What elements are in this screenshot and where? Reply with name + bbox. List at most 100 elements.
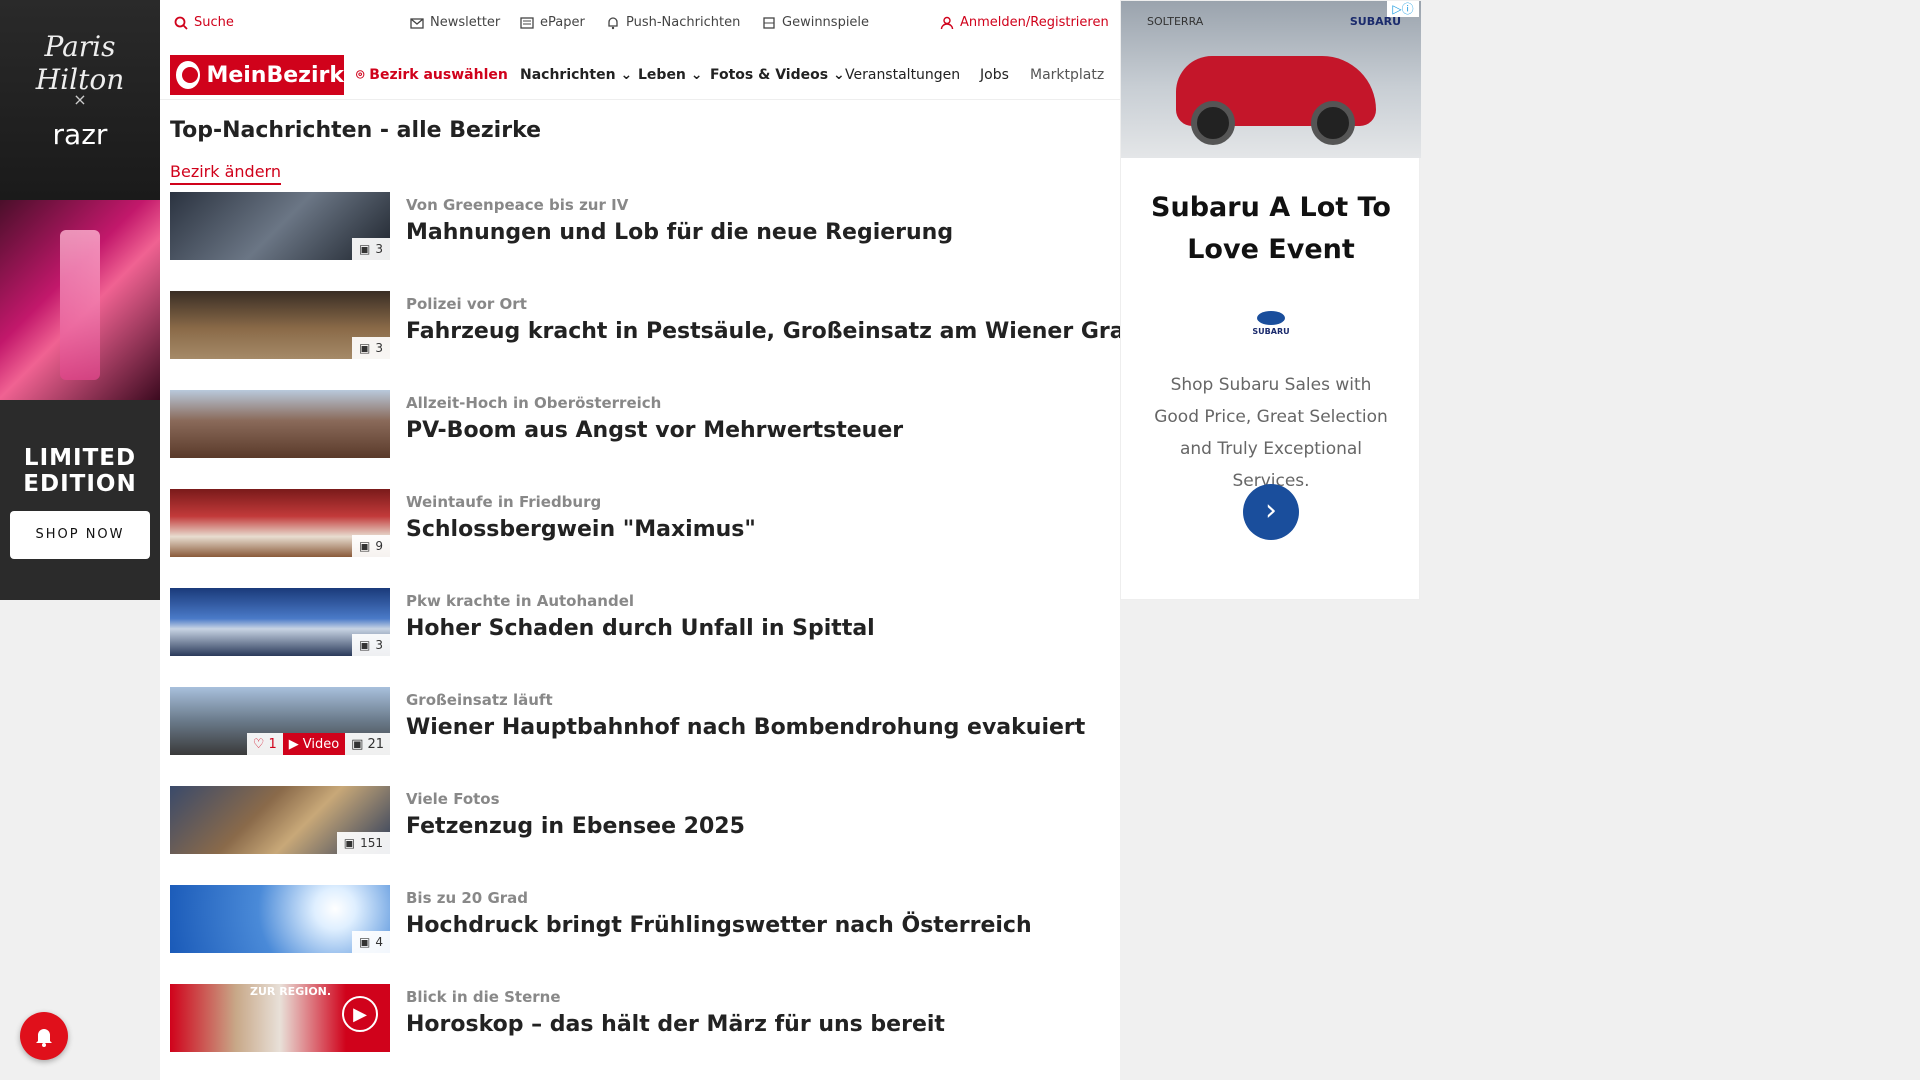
- push-label: Push-Nachrichten: [626, 15, 741, 30]
- photo-count: 21: [367, 736, 384, 752]
- ad-edition-text: LIMITED EDITION: [23, 445, 137, 497]
- article-thumbnail: ▣ 9: [170, 489, 390, 557]
- login-link[interactable]: Anmelden/Registrieren: [940, 15, 1109, 30]
- left-ad-banner[interactable]: ▷ⓘ Paris Hilton × razr LIMITED EDITION S…: [0, 0, 160, 600]
- login-label: Anmelden/Registrieren: [960, 15, 1109, 30]
- ad-headline: Subaru A Lot To Love Event: [1151, 192, 1391, 265]
- article-thumbnail: ▣ 4: [170, 885, 390, 953]
- search-link[interactable]: Suche: [174, 15, 234, 30]
- article-kicker: Viele Fotos: [406, 790, 500, 808]
- epaper-label: ePaper: [540, 15, 585, 30]
- photo-count-badge: ▣ 3: [352, 634, 390, 656]
- nav-news[interactable]: Nachrichten ⌄: [520, 67, 632, 83]
- article-headline[interactable]: Schlossbergwein "Maximus": [406, 517, 756, 542]
- location-pin-icon: ⌾: [356, 67, 365, 83]
- nav-events[interactable]: Veranstaltungen: [845, 67, 960, 83]
- article-item[interactable]: ♡ 1 ▶ Video ▣ 21 Großeinsatz läuft Wiener H…: [170, 687, 1110, 755]
- ad-product-photo: [0, 200, 160, 400]
- nav-jobs[interactable]: Jobs: [980, 67, 1009, 83]
- article-thumbnail: ▣ 3: [170, 192, 390, 260]
- article-kicker: Blick in die Sterne: [406, 988, 561, 1006]
- article-headline[interactable]: PV-Boom aus Angst vor Mehrwertsteuer: [406, 418, 903, 443]
- gallery-icon: ▣: [359, 242, 371, 256]
- ad-partner: razr: [52, 118, 108, 151]
- article-item[interactable]: ZUR REGION. ▶ Blick in die Sterne Horosk…: [170, 984, 1110, 1052]
- top-utility-bar: Suche Newsletter ePaper Push-Nachrichten…: [160, 0, 1120, 46]
- district-label: Bezirk auswählen: [369, 67, 508, 83]
- ad-description: Shop Subaru Sales with Good Price, Great…: [1154, 375, 1388, 491]
- search-icon: [174, 16, 188, 30]
- gallery-icon: ▣: [359, 638, 371, 652]
- article-thumbnail: [170, 390, 390, 458]
- site-logo[interactable]: MeinBezirk: [170, 55, 344, 95]
- change-district-link[interactable]: Bezirk ändern: [170, 162, 281, 185]
- newsletter-link[interactable]: Newsletter: [410, 15, 500, 30]
- article-item[interactable]: ▣ 3 Von Greenpeace bis zur IV Mahnungen u…: [170, 192, 1110, 260]
- adchoices-icon[interactable]: ▷ⓘ: [1387, 1, 1419, 17]
- article-kicker: Von Greenpeace bis zur IV: [406, 196, 629, 214]
- article-thumbnail: ZUR REGION. ▶: [170, 984, 390, 1052]
- ad-limited-section: LIMITED EDITION SHOP NOW: [0, 400, 160, 600]
- photo-count: 9: [375, 539, 383, 553]
- games-label: Gewinnspiele: [782, 15, 870, 30]
- play-circle-icon[interactable]: ▶: [342, 996, 378, 1032]
- chevron-down-icon: ⌄: [620, 67, 633, 83]
- wheel-shape: [1191, 101, 1235, 145]
- photo-count: 151: [360, 836, 383, 850]
- nav-market[interactable]: Marktplatz: [1030, 67, 1110, 83]
- article-thumbnail: ▣ 151: [170, 786, 390, 854]
- epaper-link[interactable]: ePaper: [520, 15, 585, 30]
- article-thumbnail: ▣ 3: [170, 588, 390, 656]
- notification-bell-button[interactable]: [20, 1012, 68, 1060]
- dealer-logo: SUBARU: [1248, 309, 1294, 339]
- article-headline[interactable]: Hochdruck bringt Frühlingswetter nach Ös…: [406, 913, 1032, 938]
- video-label: Video: [302, 736, 340, 752]
- article-headline[interactable]: Fahrzeug kracht in Pestsäule, Großeinsat…: [406, 319, 1171, 344]
- games-link[interactable]: Gewinnspiele: [762, 15, 869, 30]
- bell-icon: [608, 16, 618, 29]
- chevron-down-icon: ⌄: [690, 67, 703, 83]
- nav-life[interactable]: Leben ⌄: [638, 67, 703, 83]
- article-kicker: Großeinsatz läuft: [406, 691, 553, 709]
- photo-count-badge: ▣ 3: [352, 337, 390, 359]
- dealer-name: SUBARU: [1252, 327, 1290, 336]
- newspaper-icon: [520, 16, 534, 29]
- gallery-icon: ▣: [343, 836, 356, 850]
- article-thumbnail: ▣ 3: [170, 291, 390, 359]
- nav-news-label: Nachrichten: [520, 67, 616, 83]
- wheel-shape: [1311, 101, 1355, 145]
- push-link[interactable]: Push-Nachrichten: [606, 15, 740, 30]
- main-navbar: MeinBezirk ⌾ Bezirk auswählen Nachrichte…: [160, 52, 1120, 100]
- article-item[interactable]: Allzeit-Hoch in Oberösterreich PV-Boom a…: [170, 390, 1110, 458]
- like-count: 1: [268, 736, 277, 752]
- bell-icon: [36, 1029, 52, 1047]
- photo-count-badge: ▣ 3: [352, 238, 390, 260]
- article-headline[interactable]: Fetzenzug in Ebensee 2025: [406, 814, 745, 839]
- article-headline[interactable]: Horoskop – das hält der März für uns ber…: [406, 1012, 945, 1037]
- ad-arrow-button[interactable]: ›: [1243, 484, 1299, 540]
- article-headline[interactable]: Mahnungen und Lob für die neue Regierung: [406, 220, 953, 245]
- photo-count-badge: ▣ 4: [352, 931, 390, 953]
- newsletter-label: Newsletter: [430, 15, 501, 30]
- district-select[interactable]: ⌾ Bezirk auswählen: [356, 67, 508, 83]
- user-icon: [940, 16, 954, 29]
- ad-shop-now-button[interactable]: SHOP NOW: [10, 511, 150, 559]
- like-badge: ♡ 1: [246, 733, 283, 755]
- article-item[interactable]: ▣ 151 Viele Fotos Fetzenzug in Ebensee 20…: [170, 786, 1110, 854]
- nav-media[interactable]: Fotos & Videos ⌄: [710, 67, 845, 83]
- article-item[interactable]: ▣ 4 Bis zu 20 Grad Hochdruck bringt Frühl…: [170, 885, 1110, 953]
- article-item[interactable]: ▣ 3 Polizei vor Ort Fahrzeug kracht in Pe…: [170, 291, 1171, 359]
- right-ad-banner[interactable]: SOLTERRA SUBARU ▷ⓘ Subaru A Lot To Love …: [1120, 0, 1421, 600]
- region-overlay: ZUR REGION.: [250, 985, 332, 998]
- article-headline[interactable]: Wiener Hauptbahnhof nach Bombendrohung e…: [406, 715, 1085, 740]
- search-label: Suche: [194, 15, 234, 30]
- photo-count: 3: [375, 341, 383, 355]
- article-headline[interactable]: Hoher Schaden durch Unfall in Spittal: [406, 616, 875, 641]
- article-item[interactable]: ▣ 3 Pkw krachte in Autohandel Hoher Schad…: [170, 588, 1110, 656]
- article-kicker: Weintaufe in Friedburg: [406, 493, 602, 511]
- article-item[interactable]: ▣ 9 Weintaufe in Friedburg Schlossbergwei…: [170, 489, 1110, 557]
- main-content: Suche Newsletter ePaper Push-Nachrichten…: [160, 0, 1171, 1080]
- nav-media-label: Fotos & Videos: [710, 67, 829, 83]
- photo-count: 3: [375, 242, 383, 256]
- photo-count-badge: ▣ 9: [352, 535, 390, 557]
